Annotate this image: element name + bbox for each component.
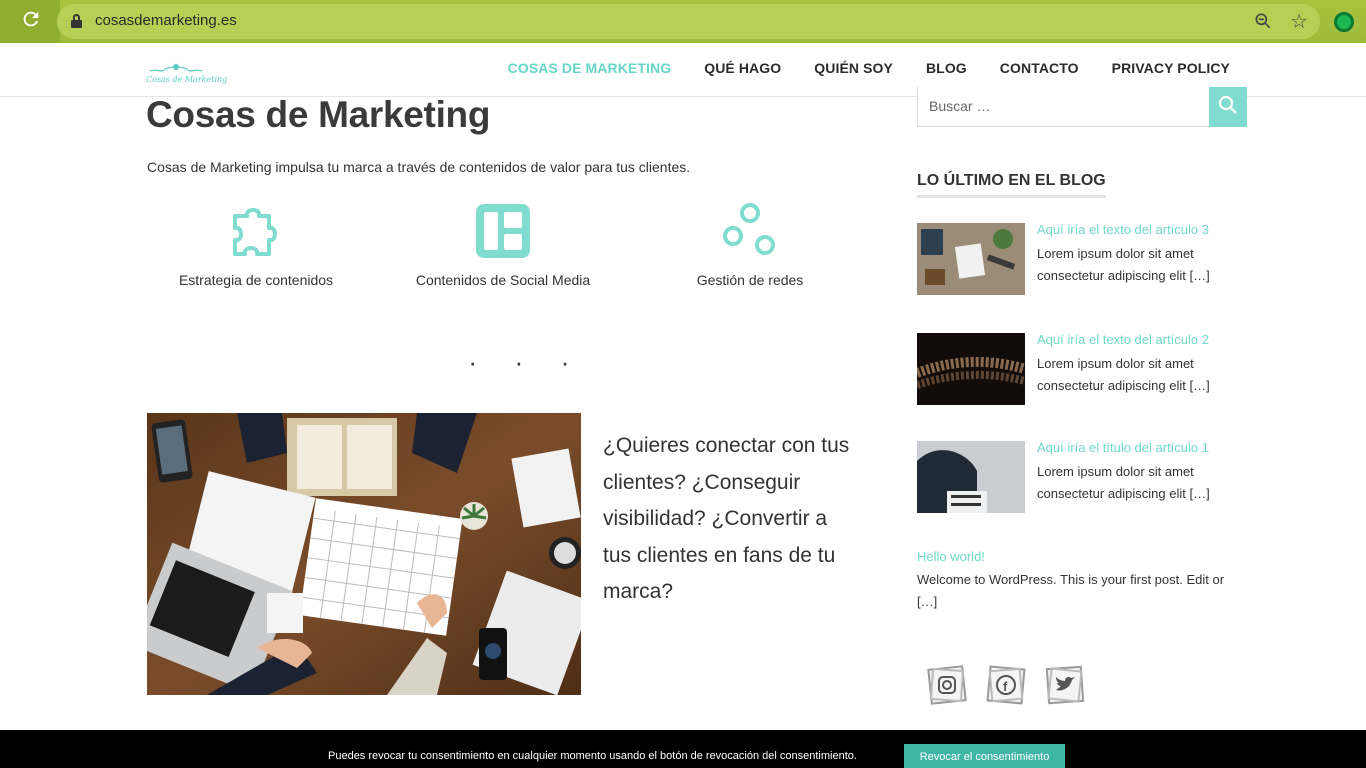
blog-post-item[interactable]: Aquí iría el título del artículo 1 Lorem… bbox=[917, 440, 1247, 513]
post-title-link[interactable]: Aquí iría el título del artículo 1 bbox=[1037, 440, 1209, 455]
blog-post-item[interactable]: Aquí iría el texto del artículo 3 Lorem … bbox=[917, 222, 1247, 295]
service-social-media: Contenidos de Social Media bbox=[383, 202, 623, 288]
lock-icon bbox=[71, 14, 82, 28]
extension-icon[interactable] bbox=[1334, 12, 1354, 32]
address-bar[interactable]: cosasdemarketing.es ☆ bbox=[57, 4, 1320, 39]
facebook-icon[interactable]: f bbox=[985, 664, 1026, 705]
blog-post-item[interactable]: Aquí iría el texto del artículo 2 Lorem … bbox=[917, 332, 1247, 405]
service-label: Gestión de redes bbox=[696, 272, 804, 288]
nav-item-que-hago[interactable]: QUÉ HAGO bbox=[704, 60, 781, 76]
service-gestion-redes: Gestión de redes bbox=[630, 202, 870, 288]
post-title-link[interactable]: Aquí iría el texto del artículo 2 bbox=[1037, 332, 1209, 347]
post-thumbnail[interactable] bbox=[917, 223, 1025, 295]
network-icon bbox=[723, 203, 775, 255]
intro-text: Cosas de Marketing impulsa tu marca a tr… bbox=[147, 159, 691, 175]
post-thumbnail[interactable] bbox=[917, 441, 1025, 513]
svg-text:f: f bbox=[1003, 679, 1008, 694]
site-logo[interactable]: Cosas de Marketing bbox=[146, 61, 227, 89]
hello-world-link[interactable]: Hello world! bbox=[917, 549, 985, 564]
page-title: Cosas de Marketing bbox=[146, 94, 491, 135]
layout-icon bbox=[476, 204, 530, 258]
post-thumbnail[interactable] bbox=[917, 333, 1025, 405]
post-excerpt: Lorem ipsum dolor sit amet consectetur a… bbox=[1037, 356, 1210, 393]
cookie-text: Puedes revocar tu consentimiento en cual… bbox=[328, 750, 857, 762]
main-nav: COSAS DE MARKETING QUÉ HAGO QUIÉN SOY BL… bbox=[475, 60, 1230, 76]
search-icon bbox=[1218, 95, 1237, 114]
search-button[interactable] bbox=[1209, 87, 1247, 127]
revoke-consent-button[interactable]: Revocar el consentimiento bbox=[904, 744, 1065, 768]
zoom-icon[interactable] bbox=[1253, 11, 1273, 31]
nav-item-privacy-policy[interactable]: PRIVACY POLICY bbox=[1112, 60, 1230, 76]
nav-item-cosas-de-marketing[interactable]: COSAS DE MARKETING bbox=[508, 60, 672, 76]
cookie-consent-bar: Puedes revocar tu consentimiento en cual… bbox=[0, 730, 1366, 768]
url-text: cosasdemarketing.es bbox=[95, 12, 237, 29]
hero-question: ¿Quieres conectar con tus clientes? ¿Con… bbox=[603, 434, 850, 603]
post-title-link[interactable]: Aquí iría el texto del artículo 3 bbox=[1037, 222, 1209, 237]
bookmark-star-icon[interactable]: ☆ bbox=[1290, 9, 1308, 33]
widget-title: LO ÚLTIMO EN EL BLOG bbox=[917, 172, 1106, 198]
service-label: Contenidos de Social Media bbox=[415, 272, 591, 288]
reload-icon[interactable] bbox=[18, 8, 44, 34]
search-input[interactable] bbox=[918, 87, 1209, 125]
search-box bbox=[917, 87, 1210, 127]
nav-item-contacto[interactable]: CONTACTO bbox=[1000, 60, 1079, 76]
browser-toolbar: cosasdemarketing.es ☆ bbox=[0, 0, 1366, 43]
section-divider-dots: · · · bbox=[470, 357, 586, 373]
nav-item-blog[interactable]: BLOG bbox=[926, 60, 967, 76]
hello-world-excerpt: Welcome to WordPress. This is your first… bbox=[917, 572, 1225, 609]
post-excerpt: Lorem ipsum dolor sit amet consectetur a… bbox=[1037, 246, 1210, 283]
logo-ornament-icon bbox=[149, 63, 203, 72]
twitter-icon[interactable] bbox=[1044, 664, 1085, 705]
post-excerpt: Lorem ipsum dolor sit amet consectetur a… bbox=[1037, 464, 1210, 501]
instagram-icon[interactable] bbox=[926, 664, 967, 705]
hero-photo bbox=[147, 413, 581, 695]
puzzle-icon bbox=[233, 208, 277, 256]
service-estrategia: Estrategia de contenidos bbox=[136, 202, 376, 288]
nav-item-quien-soy[interactable]: QUIÉN SOY bbox=[814, 60, 893, 76]
service-label: Estrategia de contenidos bbox=[178, 272, 334, 288]
logo-text: Cosas de Marketing bbox=[146, 75, 228, 84]
